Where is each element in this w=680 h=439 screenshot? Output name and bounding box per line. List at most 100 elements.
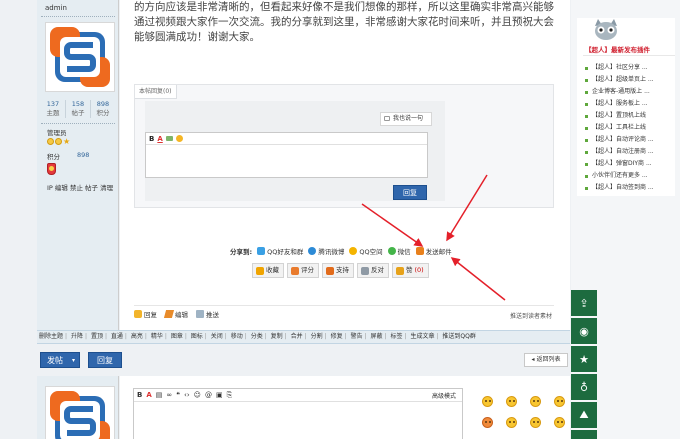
share-email[interactable]: 发送邮件 bbox=[415, 246, 452, 256]
bold-icon[interactable]: B bbox=[149, 135, 154, 143]
emoji-icon[interactable] bbox=[506, 396, 517, 407]
reply-link[interactable]: 回复 bbox=[134, 309, 157, 319]
reply-count-tab[interactable]: 本帖回复(0) bbox=[135, 85, 177, 99]
emoji-icon[interactable] bbox=[530, 396, 541, 407]
support-button[interactable]: 支持 bbox=[322, 263, 354, 278]
quick-reply-button[interactable]: 我也说一句 bbox=[380, 112, 432, 126]
medal-icon[interactable] bbox=[47, 163, 56, 175]
reply-submit-button[interactable]: 回复 bbox=[393, 185, 427, 200]
mod-delete-thread[interactable]: 删除主题 bbox=[39, 333, 63, 340]
mod-digest[interactable]: 精华 bbox=[151, 333, 163, 340]
at-icon[interactable]: @ bbox=[205, 391, 212, 399]
bullet-icon bbox=[585, 138, 588, 142]
like-button[interactable]: 赞 (0) bbox=[392, 263, 429, 278]
mod-bump[interactable]: 升降 bbox=[71, 333, 83, 340]
list-item[interactable]: 【超人】工具栏上线 bbox=[585, 122, 654, 134]
push-icon bbox=[196, 310, 204, 318]
list-item[interactable]: 【超人】置顶机上线 bbox=[585, 110, 654, 122]
mod-stamp[interactable]: 图章 bbox=[171, 333, 183, 340]
mod-move[interactable]: 移动 bbox=[231, 333, 243, 340]
share-tencent-weibo[interactable]: 腾讯微博 bbox=[308, 246, 344, 256]
link-icon[interactable] bbox=[165, 136, 173, 141]
font-color-icon[interactable]: A bbox=[157, 135, 162, 143]
mod-category[interactable]: 分类 bbox=[251, 333, 263, 340]
font-color-icon[interactable]: A bbox=[146, 391, 151, 399]
bold-icon[interactable]: B bbox=[137, 391, 142, 399]
mod-icon[interactable]: 图标 bbox=[191, 333, 203, 340]
like-icon bbox=[396, 266, 404, 275]
mod-direct[interactable]: 直通 bbox=[111, 333, 123, 340]
author-username[interactable]: admin bbox=[45, 4, 67, 12]
stat-threads[interactable]: 137 主题 bbox=[41, 100, 66, 118]
quote-icon[interactable]: ❝ bbox=[176, 391, 180, 399]
avatar[interactable] bbox=[45, 22, 115, 92]
push-link[interactable]: 推送 bbox=[196, 309, 219, 319]
user-group[interactable]: 管理员 bbox=[47, 127, 67, 137]
emoji-icon[interactable] bbox=[482, 396, 493, 407]
mod-ban[interactable]: 屏蔽 bbox=[371, 333, 383, 340]
push-to-reader-link[interactable]: 推送到读者素材 bbox=[510, 311, 552, 320]
mod-highlight[interactable]: 高亮 bbox=[131, 333, 143, 340]
fast-reply-editor[interactable]: B A ▤ ∞ ❝ ‹› ☺ @ ▣ ⎘ 高级模式 bbox=[133, 388, 463, 439]
list-item[interactable]: 【超人】自动签到商 ... bbox=[585, 182, 654, 194]
emoji-icon[interactable] bbox=[175, 135, 183, 142]
favorite-star-icon[interactable]: ★ bbox=[571, 346, 597, 372]
list-item[interactable]: 小伙伴们还有更多 ... bbox=[585, 170, 654, 182]
advanced-mode-link[interactable]: 高级模式 bbox=[432, 391, 456, 400]
mod-push-qq-group[interactable]: 推送到QQ群 bbox=[442, 333, 475, 340]
avatar[interactable] bbox=[45, 386, 115, 439]
reply-button[interactable]: 回复 bbox=[88, 352, 122, 368]
link-icon[interactable]: ∞ bbox=[166, 391, 172, 399]
weibo-icon[interactable]: ◉ bbox=[571, 318, 597, 344]
mod-tag[interactable]: 标签 bbox=[390, 333, 402, 340]
mod-repair[interactable]: 修复 bbox=[331, 333, 343, 340]
rate-button[interactable]: 评分 bbox=[287, 263, 319, 278]
stat-credits[interactable]: 898 积分 bbox=[91, 100, 115, 118]
share-qq-friends[interactable]: QQ好友和群 bbox=[257, 246, 303, 256]
list-item[interactable]: 【超人】自动评论商 ... bbox=[585, 134, 654, 146]
favorite-button[interactable]: 收藏 bbox=[252, 263, 284, 278]
image-icon[interactable]: ▣ bbox=[216, 391, 223, 399]
oppose-button[interactable]: 反对 bbox=[357, 263, 389, 278]
back-to-list-button[interactable]: ◂ 返回列表 bbox=[524, 353, 568, 367]
friends-icon[interactable]: ⛰ bbox=[571, 402, 597, 428]
divider bbox=[41, 16, 115, 17]
wechat-icon[interactable]: ✉ bbox=[571, 430, 597, 439]
rate-icon bbox=[291, 266, 299, 275]
sidebar-title[interactable]: 【超人】最新发布插件 bbox=[585, 44, 650, 54]
attachment-icon[interactable]: ⎘ bbox=[227, 391, 233, 400]
list-item[interactable]: 【超人】服务板上 ... bbox=[585, 98, 654, 110]
mod-split[interactable]: 分割 bbox=[311, 333, 323, 340]
share-qzone[interactable]: QQ空间 bbox=[349, 246, 383, 256]
site-logo-icon bbox=[50, 391, 110, 439]
emoji-icon[interactable] bbox=[506, 417, 517, 428]
background-color-icon[interactable]: ▤ bbox=[156, 391, 163, 399]
mod-sticky[interactable]: 置顶 bbox=[91, 333, 103, 340]
mod-close[interactable]: 关闭 bbox=[211, 333, 223, 340]
moderator-links[interactable]: IP 编辑 禁止 帖子 清理 bbox=[47, 182, 113, 192]
list-item[interactable]: 【超人】超级单页上 ... bbox=[585, 74, 654, 86]
mod-generate-article[interactable]: 生成文章 bbox=[410, 333, 434, 340]
emoji-icon[interactable] bbox=[530, 417, 541, 428]
list-item[interactable]: 企业博客-通用版上 ... bbox=[585, 86, 654, 98]
emoji-icon[interactable]: ☺ bbox=[194, 391, 201, 399]
list-item[interactable]: 【超人】自动注册商 ... bbox=[585, 146, 654, 158]
share-hub-icon[interactable]: ⇪ bbox=[571, 290, 597, 316]
list-item[interactable]: 【超人】弹窗DIY商 ... bbox=[585, 158, 654, 170]
emoji-icon[interactable] bbox=[554, 417, 565, 428]
stat-posts[interactable]: 158 帖子 bbox=[66, 100, 91, 118]
qzone-icon[interactable]: ♁ bbox=[571, 374, 597, 400]
list-item[interactable]: 【超人】社区分享 ... bbox=[585, 62, 654, 74]
edit-icon bbox=[163, 310, 175, 318]
share-wechat[interactable]: 微信 bbox=[387, 246, 411, 256]
code-icon[interactable]: ‹› bbox=[184, 391, 190, 399]
reply-editor[interactable]: B A bbox=[145, 132, 428, 178]
mod-merge[interactable]: 合并 bbox=[291, 333, 303, 340]
mod-warn[interactable]: 警告 bbox=[351, 333, 363, 340]
emoji-icon[interactable] bbox=[482, 417, 493, 428]
mod-copy[interactable]: 复制 bbox=[271, 333, 283, 340]
emoji-icon[interactable] bbox=[554, 396, 565, 407]
cat-mascot-icon bbox=[595, 19, 617, 40]
new-post-button[interactable]: 发帖 ▾ bbox=[40, 352, 80, 368]
edit-link[interactable]: 编辑 bbox=[163, 309, 188, 319]
